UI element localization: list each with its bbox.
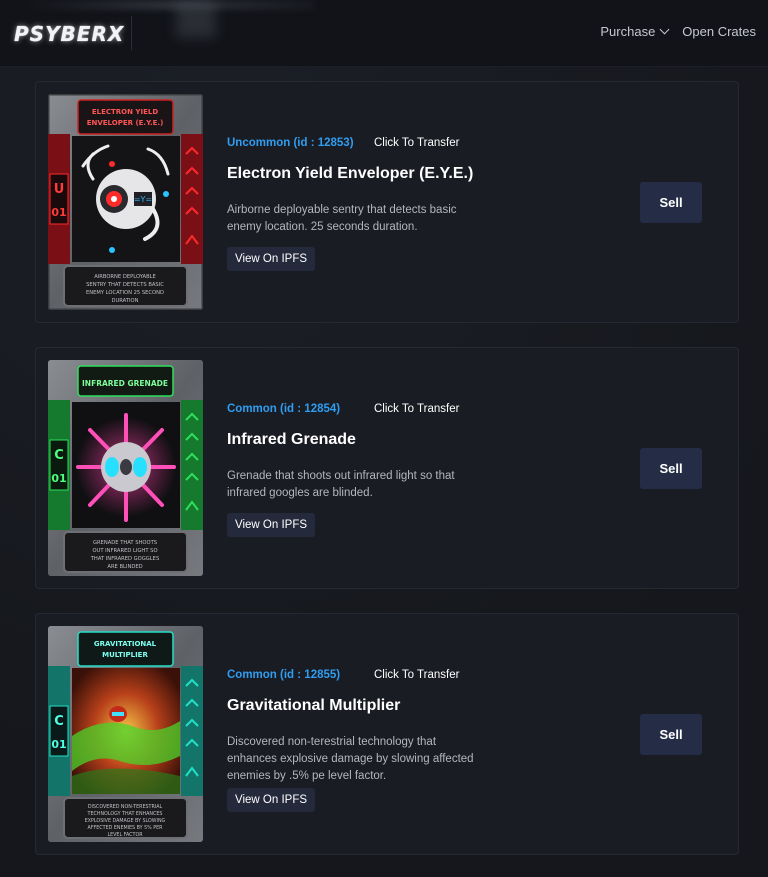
svg-text:ENEMY LOCATION 25 SECOND: ENEMY LOCATION 25 SECOND (86, 290, 164, 296)
svg-text:GRAVITATIONAL: GRAVITATIONAL (94, 640, 157, 648)
svg-text:GRENADE THAT SHOOTS: GRENADE THAT SHOOTS (93, 540, 157, 546)
sell-button[interactable]: Sell (640, 182, 702, 223)
item-name: Infrared Grenade (227, 431, 356, 448)
nav-open-crates[interactable]: Open Crates (682, 24, 756, 39)
view-on-ipfs-button[interactable]: View On IPFS (227, 247, 316, 271)
svg-text:AIRBORNE DEPLOYABLE: AIRBORNE DEPLOYABLE (94, 274, 156, 280)
main-nav: Purchase Open Crates (600, 24, 756, 39)
item-card-art: GRAVITATIONAL MULTIPLIER C 01 DISCOVERED… (48, 626, 203, 842)
blurred-overlay-block (176, 0, 216, 38)
nav-purchase-label: Purchase (600, 24, 656, 39)
item-description: Discovered non-terestrial technology tha… (227, 736, 474, 782)
infrared-grenade-card-image: INFRARED GRENADE C 01 GRENADE THAT SHOOT… (48, 360, 203, 576)
item-rarity-id: Uncommon (id : 12853) (227, 137, 354, 149)
svg-text:MULTIPLIER: MULTIPLIER (102, 651, 148, 659)
svg-text:DURATION: DURATION (112, 298, 139, 304)
item-name: Gravitational Multiplier (227, 697, 401, 714)
svg-text:=Y=: =Y= (134, 195, 152, 204)
svg-text:SENTRY THAT DETECTS BASIC: SENTRY THAT DETECTS BASIC (86, 282, 164, 288)
top-navbar: PSYBERX Purchase Open Crates (0, 0, 768, 67)
item-description: Grenade that shoots out infrared light s… (227, 470, 455, 499)
logo-text: PSYBERX (14, 22, 125, 46)
svg-text:01: 01 (51, 472, 66, 485)
svg-text:TECHNOLOGY THAT ENHANCES: TECHNOLOGY THAT ENHANCES (87, 811, 163, 817)
svg-text:LEVEL FACTOR: LEVEL FACTOR (107, 832, 143, 838)
svg-text:C: C (54, 448, 64, 463)
eye-sentry-card-image: ELECTRON YIELD ENVELOPER (E.Y.E.) U 01 =… (48, 94, 203, 310)
item-card: GRAVITATIONAL MULTIPLIER C 01 DISCOVERED… (35, 613, 739, 855)
chevron-down-icon (659, 24, 670, 35)
item-card: ELECTRON YIELD ENVELOPER (E.Y.E.) U 01 =… (35, 81, 739, 323)
svg-text:INFRARED GRENADE: INFRARED GRENADE (82, 379, 168, 388)
sell-button[interactable]: Sell (640, 714, 702, 755)
svg-text:AFFECTED ENEMIES BY 5% PER: AFFECTED ENEMIES BY 5% PER (87, 825, 163, 831)
svg-text:01: 01 (51, 738, 66, 751)
svg-text:OUT INFRARED LIGHT SO: OUT INFRARED LIGHT SO (92, 548, 157, 554)
svg-text:C: C (54, 714, 64, 729)
gravitational-multiplier-card-image: GRAVITATIONAL MULTIPLIER C 01 DISCOVERED… (48, 626, 203, 842)
item-card: INFRARED GRENADE C 01 GRENADE THAT SHOOT… (35, 347, 739, 589)
svg-text:ARE BLINDED: ARE BLINDED (107, 564, 142, 570)
svg-text:U: U (54, 182, 65, 197)
svg-text:01: 01 (51, 206, 66, 219)
view-on-ipfs-button[interactable]: View On IPFS (227, 788, 316, 812)
svg-text:ENVELOPER (E.Y.E.): ENVELOPER (E.Y.E.) (87, 119, 164, 127)
item-description: Airborne deployable sentry that detects … (227, 204, 457, 233)
click-to-transfer-link[interactable]: Click To Transfer (374, 403, 459, 415)
click-to-transfer-link[interactable]: Click To Transfer (374, 669, 459, 681)
item-card-art: INFRARED GRENADE C 01 GRENADE THAT SHOOT… (48, 360, 203, 576)
svg-text:EXPLOSIVE DAMAGE BY SLOWING: EXPLOSIVE DAMAGE BY SLOWING (85, 818, 166, 824)
item-name: Electron Yield Enveloper (E.Y.E.) (227, 165, 474, 182)
logo-divider (131, 16, 132, 50)
psyberx-logo[interactable]: PSYBERX (14, 18, 124, 50)
svg-text:ELECTRON YIELD: ELECTRON YIELD (92, 108, 158, 116)
item-rarity-id: Common (id : 12854) (227, 403, 341, 415)
svg-text:DISCOVERED NON-TERESTRIAL: DISCOVERED NON-TERESTRIAL (88, 804, 163, 810)
nav-purchase-dropdown[interactable]: Purchase (600, 24, 670, 39)
view-on-ipfs-button[interactable]: View On IPFS (227, 513, 316, 537)
item-card-art: ELECTRON YIELD ENVELOPER (E.Y.E.) U 01 =… (48, 94, 203, 310)
blurred-overlay (24, 0, 314, 10)
svg-text:THAT INFRARED GOGGLES: THAT INFRARED GOGGLES (90, 556, 160, 562)
item-rarity-id: Common (id : 12855) (227, 669, 341, 681)
sell-button[interactable]: Sell (640, 448, 702, 489)
click-to-transfer-link[interactable]: Click To Transfer (374, 137, 459, 149)
nav-open-crates-label: Open Crates (682, 24, 756, 39)
